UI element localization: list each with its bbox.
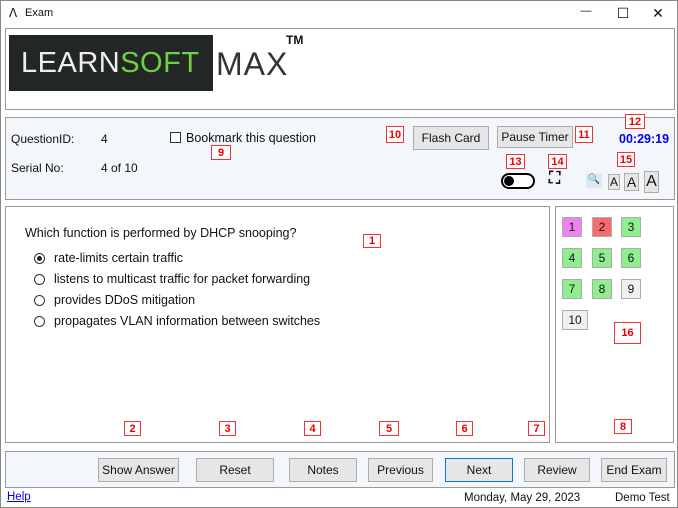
previous-button[interactable]: Previous	[368, 458, 433, 482]
app-icon: ᐱ	[9, 6, 18, 20]
marker-12: 12	[625, 114, 645, 129]
font-medium-button[interactable]: A	[624, 173, 639, 191]
radio[interactable]	[34, 273, 45, 285]
status-date: Monday, May 29, 2023	[464, 492, 581, 504]
question-id-label: QuestionID:	[11, 132, 75, 146]
font-large-button[interactable]: A	[644, 171, 659, 193]
action-bar: Show Answer Reset Notes Previous Next Re…	[5, 451, 675, 488]
radio[interactable]	[34, 294, 45, 306]
fullscreen-icon[interactable]: ⛶	[549, 170, 560, 188]
nav-question-3[interactable]: 3	[621, 217, 641, 237]
marker-16: 16	[614, 322, 641, 344]
review-button[interactable]: Review	[524, 458, 590, 482]
marker-4: 4	[304, 421, 321, 436]
maximize-button[interactable]: ☐	[608, 5, 638, 22]
zoom-magnifier-icon[interactable]: 🔍	[586, 174, 602, 188]
help-link[interactable]: Help	[7, 491, 31, 503]
option-d[interactable]: propagates VLAN information between swit…	[34, 314, 320, 328]
nav-question-7[interactable]: 7	[562, 279, 582, 299]
option-text: propagates VLAN information between swit…	[54, 314, 321, 328]
flash-card-button[interactable]: Flash Card	[413, 126, 489, 150]
marker-5: 5	[379, 421, 399, 436]
nav-question-4[interactable]: 4	[562, 248, 582, 268]
nav-question-6[interactable]: 6	[621, 248, 641, 268]
logo-panel: LEARNSOFT MAX TM	[5, 28, 675, 110]
nav-question-10[interactable]: 10	[562, 310, 588, 330]
marker-2: 2	[124, 421, 141, 436]
logo-tm: TM	[286, 33, 304, 47]
toggle-knob	[504, 176, 514, 186]
radio[interactable]	[34, 252, 45, 264]
status-mode: Demo Test	[615, 492, 670, 504]
serial-value: 4 of 10	[101, 161, 138, 175]
marker-11: 11	[575, 126, 593, 143]
nav-question-8[interactable]: 8	[592, 279, 612, 299]
nav-question-5[interactable]: 5	[592, 248, 612, 268]
question-id-value: 4	[101, 132, 108, 146]
reset-button[interactable]: Reset	[196, 458, 274, 482]
notes-button[interactable]: Notes	[289, 458, 357, 482]
font-small-button[interactable]: A	[608, 174, 620, 190]
marker-1: 1	[363, 234, 381, 248]
option-a[interactable]: rate-limits certain traffic	[34, 251, 183, 265]
nav-question-2[interactable]: 2	[592, 217, 612, 237]
marker-9: 9	[211, 145, 231, 160]
next-button[interactable]: Next	[445, 458, 513, 482]
marker-6: 6	[456, 421, 473, 436]
bookmark-checkbox[interactable]	[170, 132, 181, 143]
marker-7: 7	[528, 421, 545, 436]
option-c[interactable]: provides DDoS mitigation	[34, 293, 195, 307]
marker-13: 13	[506, 154, 525, 169]
logo: LEARNSOFT	[9, 35, 213, 91]
end-exam-button[interactable]: End Exam	[601, 458, 667, 482]
window-title: Exam	[25, 7, 54, 19]
show-answer-button[interactable]: Show Answer	[98, 458, 179, 482]
marker-8: 8	[614, 419, 632, 434]
question-text: Which function is performed by DHCP snoo…	[25, 226, 297, 240]
marker-3: 3	[219, 421, 236, 436]
theme-toggle[interactable]	[501, 173, 535, 189]
nav-question-9[interactable]: 9	[621, 279, 641, 299]
marker-15: 15	[617, 152, 635, 167]
close-button[interactable]: ✕	[643, 5, 673, 22]
logo-max: MAX	[216, 46, 289, 82]
marker-14: 14	[548, 154, 567, 169]
option-text: listens to multicast traffic for packet …	[54, 272, 311, 286]
option-text: provides DDoS mitigation	[54, 293, 196, 307]
minimize-button[interactable]: —	[571, 5, 601, 17]
nav-question-1[interactable]: 1	[562, 217, 582, 237]
title-bar: ᐱ Exam — ☐ ✕	[1, 1, 678, 26]
pause-timer-button[interactable]: Pause Timer	[497, 126, 573, 148]
bookmark-label[interactable]: Bookmark this question	[186, 131, 316, 145]
serial-label: Serial No:	[11, 161, 64, 175]
marker-10: 10	[386, 126, 404, 143]
question-panel: Which function is performed by DHCP snoo…	[5, 206, 550, 443]
timer: 00:29:19	[619, 132, 670, 146]
option-text: rate-limits certain traffic	[54, 251, 183, 265]
radio[interactable]	[34, 315, 45, 327]
option-b[interactable]: listens to multicast traffic for packet …	[34, 272, 310, 286]
